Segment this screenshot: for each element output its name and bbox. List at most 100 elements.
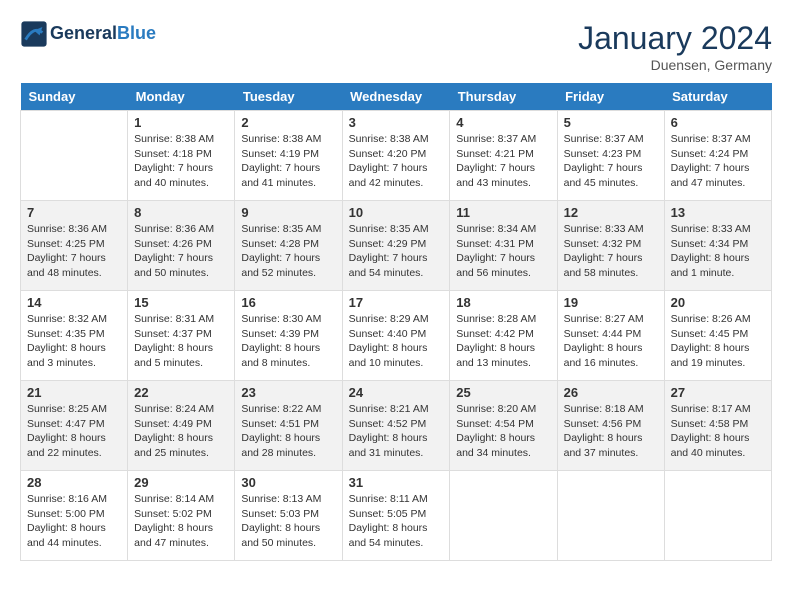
day-number: 3 — [349, 115, 444, 130]
day-number: 25 — [456, 385, 550, 400]
day-info: Sunrise: 8:36 AMSunset: 4:26 PMDaylight:… — [134, 222, 228, 281]
day-number: 29 — [134, 475, 228, 490]
calendar-cell: 28 Sunrise: 8:16 AMSunset: 5:00 PMDayligh… — [21, 471, 128, 561]
day-info: Sunrise: 8:13 AMSunset: 5:03 PMDaylight:… — [241, 492, 335, 551]
day-number: 27 — [671, 385, 765, 400]
day-info: Sunrise: 8:38 AMSunset: 4:20 PMDaylight:… — [349, 132, 444, 191]
day-info: Sunrise: 8:30 AMSunset: 4:39 PMDaylight:… — [241, 312, 335, 371]
logo-text: GeneralBlue — [50, 24, 156, 44]
day-info: Sunrise: 8:37 AMSunset: 4:21 PMDaylight:… — [456, 132, 550, 191]
calendar-cell: 31 Sunrise: 8:11 AMSunset: 5:05 PMDayligh… — [342, 471, 450, 561]
day-number: 16 — [241, 295, 335, 310]
day-number: 13 — [671, 205, 765, 220]
calendar-cell: 30 Sunrise: 8:13 AMSunset: 5:03 PMDayligh… — [235, 471, 342, 561]
calendar-cell: 11 Sunrise: 8:34 AMSunset: 4:31 PMDayligh… — [450, 201, 557, 291]
calendar-cell: 4 Sunrise: 8:37 AMSunset: 4:21 PMDaylight… — [450, 111, 557, 201]
day-number: 21 — [27, 385, 121, 400]
calendar-cell — [450, 471, 557, 561]
day-info: Sunrise: 8:31 AMSunset: 4:37 PMDaylight:… — [134, 312, 228, 371]
calendar-cell: 15 Sunrise: 8:31 AMSunset: 4:37 PMDayligh… — [128, 291, 235, 381]
day-number: 22 — [134, 385, 228, 400]
day-number: 1 — [134, 115, 228, 130]
week-row-4: 21Sunrise: 8:25 AMSunset: 4:47 PMDayligh… — [21, 381, 772, 471]
day-number: 4 — [456, 115, 550, 130]
column-header-wednesday: Wednesday — [342, 83, 450, 111]
calendar-cell: 26 Sunrise: 8:18 AMSunset: 4:56 PMDayligh… — [557, 381, 664, 471]
day-info: Sunrise: 8:37 AMSunset: 4:23 PMDaylight:… — [564, 132, 658, 191]
day-number: 11 — [456, 205, 550, 220]
column-header-tuesday: Tuesday — [235, 83, 342, 111]
calendar-cell: 13Sunrise: 8:33 AMSunset: 4:34 PMDayligh… — [664, 201, 771, 291]
day-number: 10 — [349, 205, 444, 220]
calendar-cell: 8Sunrise: 8:36 AMSunset: 4:26 PMDaylight… — [128, 201, 235, 291]
column-header-sunday: Sunday — [21, 83, 128, 111]
calendar-cell: 5Sunrise: 8:37 AMSunset: 4:23 PMDaylight… — [557, 111, 664, 201]
day-number: 30 — [241, 475, 335, 490]
day-info: Sunrise: 8:35 AMSunset: 4:29 PMDaylight:… — [349, 222, 444, 281]
calendar-cell: 20Sunrise: 8:26 AMSunset: 4:45 PMDayligh… — [664, 291, 771, 381]
week-row-5: 28 Sunrise: 8:16 AMSunset: 5:00 PMDayligh… — [21, 471, 772, 561]
day-info: Sunrise: 8:34 AMSunset: 4:31 PMDaylight:… — [456, 222, 550, 281]
day-info: Sunrise: 8:21 AMSunset: 4:52 PMDaylight:… — [349, 402, 444, 461]
page-header: GeneralBlue January 2024 Duensen, German… — [20, 20, 772, 73]
day-info: Sunrise: 8:20 AMSunset: 4:54 PMDaylight:… — [456, 402, 550, 461]
day-number: 7 — [27, 205, 121, 220]
week-row-3: 14 Sunrise: 8:32 AMSunset: 4:35 PMDayligh… — [21, 291, 772, 381]
column-header-saturday: Saturday — [664, 83, 771, 111]
day-info: Sunrise: 8:16 AMSunset: 5:00 PMDaylight:… — [27, 492, 121, 551]
day-info: Sunrise: 8:32 AMSunset: 4:35 PMDaylight:… — [27, 312, 121, 371]
calendar-cell: 17 Sunrise: 8:29 AMSunset: 4:40 PMDayligh… — [342, 291, 450, 381]
calendar-table: SundayMondayTuesdayWednesdayThursdayFrid… — [20, 83, 772, 561]
week-row-2: 7 Sunrise: 8:36 AMSunset: 4:25 PMDaylight… — [21, 201, 772, 291]
day-info: Sunrise: 8:36 AMSunset: 4:25 PMDaylight:… — [27, 222, 121, 281]
calendar-cell — [557, 471, 664, 561]
day-info: Sunrise: 8:37 AMSunset: 4:24 PMDaylight:… — [671, 132, 765, 191]
day-info: Sunrise: 8:22 AMSunset: 4:51 PMDaylight:… — [241, 402, 335, 461]
logo-line1: General — [50, 23, 117, 43]
day-number: 31 — [349, 475, 444, 490]
calendar-cell: 9Sunrise: 8:35 AMSunset: 4:28 PMDaylight… — [235, 201, 342, 291]
day-info: Sunrise: 8:18 AMSunset: 4:56 PMDaylight:… — [564, 402, 658, 461]
day-number: 6 — [671, 115, 765, 130]
day-info: Sunrise: 8:27 AMSunset: 4:44 PMDaylight:… — [564, 312, 658, 371]
day-number: 26 — [564, 385, 658, 400]
calendar-cell: 22 Sunrise: 8:24 AMSunset: 4:49 PMDayligh… — [128, 381, 235, 471]
month-title: January 2024 — [578, 20, 772, 57]
day-number: 18 — [456, 295, 550, 310]
day-info: Sunrise: 8:29 AMSunset: 4:40 PMDaylight:… — [349, 312, 444, 371]
day-info: Sunrise: 8:28 AMSunset: 4:42 PMDaylight:… — [456, 312, 550, 371]
day-number: 9 — [241, 205, 335, 220]
calendar-cell — [664, 471, 771, 561]
day-info: Sunrise: 8:38 AMSunset: 4:18 PMDaylight:… — [134, 132, 228, 191]
title-section: January 2024 Duensen, Germany — [578, 20, 772, 73]
day-info: Sunrise: 8:24 AMSunset: 4:49 PMDaylight:… — [134, 402, 228, 461]
day-number: 23 — [241, 385, 335, 400]
location: Duensen, Germany — [578, 57, 772, 73]
calendar-cell: 1 Sunrise: 8:38 AMSunset: 4:18 PMDaylight… — [128, 111, 235, 201]
calendar-cell: 29Sunrise: 8:14 AMSunset: 5:02 PMDayligh… — [128, 471, 235, 561]
calendar-cell — [21, 111, 128, 201]
logo-icon — [20, 20, 48, 48]
calendar-cell: 10 Sunrise: 8:35 AMSunset: 4:29 PMDayligh… — [342, 201, 450, 291]
day-info: Sunrise: 8:11 AMSunset: 5:05 PMDaylight:… — [349, 492, 444, 551]
calendar-cell: 7 Sunrise: 8:36 AMSunset: 4:25 PMDaylight… — [21, 201, 128, 291]
day-number: 28 — [27, 475, 121, 490]
day-info: Sunrise: 8:26 AMSunset: 4:45 PMDaylight:… — [671, 312, 765, 371]
calendar-header-row: SundayMondayTuesdayWednesdayThursdayFrid… — [21, 83, 772, 111]
day-number: 2 — [241, 115, 335, 130]
logo-line2: Blue — [117, 23, 156, 43]
logo: GeneralBlue — [20, 20, 156, 48]
calendar-cell: 6 Sunrise: 8:37 AMSunset: 4:24 PMDaylight… — [664, 111, 771, 201]
day-number: 15 — [134, 295, 228, 310]
column-header-friday: Friday — [557, 83, 664, 111]
day-number: 17 — [349, 295, 444, 310]
calendar-cell: 21Sunrise: 8:25 AMSunset: 4:47 PMDayligh… — [21, 381, 128, 471]
day-info: Sunrise: 8:33 AMSunset: 4:32 PMDaylight:… — [564, 222, 658, 281]
week-row-1: 1 Sunrise: 8:38 AMSunset: 4:18 PMDaylight… — [21, 111, 772, 201]
day-number: 24 — [349, 385, 444, 400]
calendar-cell: 25 Sunrise: 8:20 AMSunset: 4:54 PMDayligh… — [450, 381, 557, 471]
day-number: 19 — [564, 295, 658, 310]
calendar-cell: 19 Sunrise: 8:27 AMSunset: 4:44 PMDayligh… — [557, 291, 664, 381]
day-number: 14 — [27, 295, 121, 310]
calendar-cell: 23 Sunrise: 8:22 AMSunset: 4:51 PMDayligh… — [235, 381, 342, 471]
